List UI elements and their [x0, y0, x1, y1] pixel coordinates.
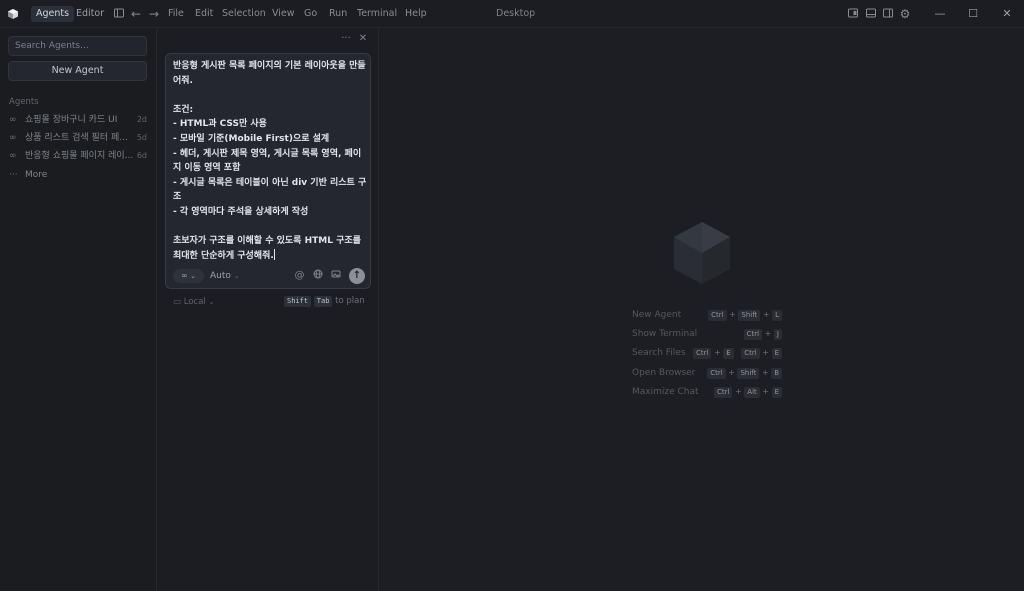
- agent-item-label: 반응형 쇼핑몰 페이지 레이...: [25, 151, 134, 161]
- more-options-icon[interactable]: ···: [340, 33, 352, 45]
- agent-item-age: 6d: [136, 151, 147, 160]
- ellipsis-icon: ···: [9, 170, 18, 180]
- tab-agents[interactable]: Agents: [31, 6, 75, 22]
- shortcut-label: Search Files: [632, 348, 686, 358]
- agent-list-item[interactable]: ∞ 상품 리스트 검색 필터 페... 5d: [9, 130, 149, 146]
- shortcut-keys: Ctrl + Shift + B: [707, 366, 782, 380]
- plan-hint-text: to plan: [335, 296, 365, 306]
- key-cap: Ctrl: [743, 329, 763, 340]
- menu-edit[interactable]: Edit: [195, 6, 213, 22]
- agent-list-item[interactable]: ∞ 반응형 쇼핑몰 페이지 레이... 6d: [9, 148, 149, 164]
- menu-selection[interactable]: Selection: [222, 6, 266, 22]
- chevron-down-icon: ⌄: [208, 298, 215, 306]
- plan-mode-hint: Shift Tab to plan: [284, 296, 365, 307]
- model-selector[interactable]: ∞ ⌄: [173, 269, 204, 283]
- chevron-down-icon: ⌄: [190, 272, 197, 280]
- tab-editor[interactable]: Editor: [71, 6, 109, 22]
- toggle-sidebar-icon[interactable]: [112, 7, 126, 21]
- key-cap: Ctrl: [692, 348, 712, 359]
- agent-item-age: 5d: [136, 133, 147, 142]
- toggle-secondary-sidebar-icon[interactable]: [881, 7, 895, 21]
- location-selector[interactable]: ▭ Local ⌄: [173, 297, 214, 307]
- mode-selector[interactable]: Auto ⌄: [210, 269, 240, 283]
- menu-view[interactable]: View: [272, 6, 295, 22]
- prompt-composer[interactable]: 반응형 게시판 목록 페이지의 기본 레이아웃을 만들어줘. 조건: - HTM…: [165, 53, 371, 289]
- agent-list-item[interactable]: ∞ 쇼핑몰 장바구니 카드 UI 2d: [9, 112, 149, 128]
- forward-arrow-icon[interactable]: →: [147, 7, 161, 21]
- shortcut-label: Maximize Chat: [632, 387, 699, 397]
- title-bar: Agents Editor ← → File Edit Selection Vi…: [0, 0, 1024, 28]
- cube-logo-icon: [674, 222, 730, 284]
- shortcut-search-files: Search Files Ctrl + E Ctrl + E: [632, 346, 782, 360]
- key-cap: Ctrl: [714, 387, 733, 398]
- location-label: Local: [183, 297, 206, 307]
- window-title: Desktop: [496, 8, 536, 19]
- infinity-icon: ∞: [9, 151, 17, 161]
- send-button[interactable]: ↑: [349, 268, 365, 284]
- toggle-bottom-panel-icon[interactable]: [864, 7, 878, 21]
- arrow-up-icon: ↑: [352, 270, 362, 281]
- more-label: More: [25, 170, 48, 180]
- key-cap: Alt: [744, 387, 760, 398]
- shortcut-new-agent: New Agent Ctrl + Shift + L: [632, 308, 782, 322]
- shift-key: Shift: [284, 296, 312, 307]
- agent-item-age: 2d: [136, 115, 147, 124]
- shortcut-keys: Ctrl + Shift + L: [708, 308, 782, 322]
- key-cap: Shift: [738, 310, 761, 321]
- close-window-icon[interactable]: ✕: [999, 6, 1015, 22]
- mention-at-icon[interactable]: @: [293, 269, 306, 283]
- agents-section-label: Agents: [9, 97, 39, 107]
- agent-item-label: 쇼핑몰 장바구니 카드 UI: [25, 115, 118, 125]
- chat-panel: ··· ✕ 반응형 게시판 목록 페이지의 기본 레이아웃을 만들어줘. 조건:…: [157, 28, 379, 591]
- settings-gear-icon[interactable]: ⚙: [898, 7, 912, 21]
- key-cap: E: [771, 348, 782, 359]
- app-logo-icon: [8, 9, 18, 19]
- key-cap: E: [771, 387, 782, 398]
- tab-key: Tab: [313, 296, 333, 307]
- key-cap: Shift: [737, 368, 760, 379]
- key-cap: B: [771, 368, 782, 379]
- shortcut-label: Open Browser: [632, 368, 696, 378]
- key-cap: Ctrl: [708, 310, 727, 321]
- back-arrow-icon[interactable]: ←: [129, 7, 143, 21]
- shortcut-maximize-chat: Maximize Chat Ctrl + Alt + E: [632, 385, 782, 399]
- agent-item-label: 상품 리스트 검색 필터 페...: [25, 133, 128, 143]
- chevron-down-icon: ⌄: [233, 272, 240, 280]
- menu-file[interactable]: File: [168, 6, 184, 22]
- menu-help[interactable]: Help: [405, 6, 427, 22]
- new-agent-button[interactable]: New Agent: [8, 61, 147, 81]
- menu-go[interactable]: Go: [304, 6, 317, 22]
- maximize-icon[interactable]: ☐: [965, 6, 981, 22]
- close-panel-icon[interactable]: ✕: [357, 33, 369, 45]
- menu-terminal[interactable]: Terminal: [357, 6, 397, 22]
- monitor-icon: ▭: [173, 297, 182, 307]
- search-agents-input[interactable]: [8, 36, 147, 56]
- shortcut-keys: Ctrl + J: [743, 327, 782, 341]
- mode-label: Auto: [210, 271, 231, 281]
- shortcut-keys: Ctrl + Alt + E: [714, 385, 782, 399]
- key-cap: L: [772, 310, 782, 321]
- prompt-textarea[interactable]: 반응형 게시판 목록 페이지의 기본 레이아웃을 만들어줘. 조건: - HTM…: [173, 59, 367, 263]
- text-cursor: [273, 248, 275, 260]
- shortcut-keys: Ctrl + E Ctrl + E: [692, 346, 782, 360]
- shortcut-show-terminal: Show Terminal Ctrl + J: [632, 327, 782, 341]
- shortcut-label: New Agent: [632, 310, 682, 320]
- key-cap: Ctrl: [741, 348, 760, 359]
- menu-run[interactable]: Run: [329, 6, 347, 22]
- empty-state-area: New Agent Ctrl + Shift + L Show Terminal…: [380, 28, 1024, 591]
- minimize-icon[interactable]: —: [932, 6, 948, 22]
- image-icon[interactable]: [329, 269, 342, 283]
- shortcut-label: Show Terminal: [632, 329, 698, 339]
- agents-sidebar: New Agent Agents ∞ 쇼핑몰 장바구니 카드 UI 2d ∞ 상…: [0, 28, 157, 591]
- layout-panel-icon[interactable]: [846, 7, 860, 21]
- infinity-icon: ∞: [9, 133, 17, 143]
- globe-icon[interactable]: [311, 269, 324, 283]
- key-cap: E: [723, 348, 734, 359]
- infinity-icon: ∞: [180, 271, 188, 280]
- infinity-icon: ∞: [9, 115, 17, 125]
- shortcut-open-browser: Open Browser Ctrl + Shift + B: [632, 366, 782, 380]
- more-agents-link[interactable]: ··· More: [9, 167, 149, 183]
- key-cap: J: [773, 329, 782, 340]
- key-cap: Ctrl: [707, 368, 726, 379]
